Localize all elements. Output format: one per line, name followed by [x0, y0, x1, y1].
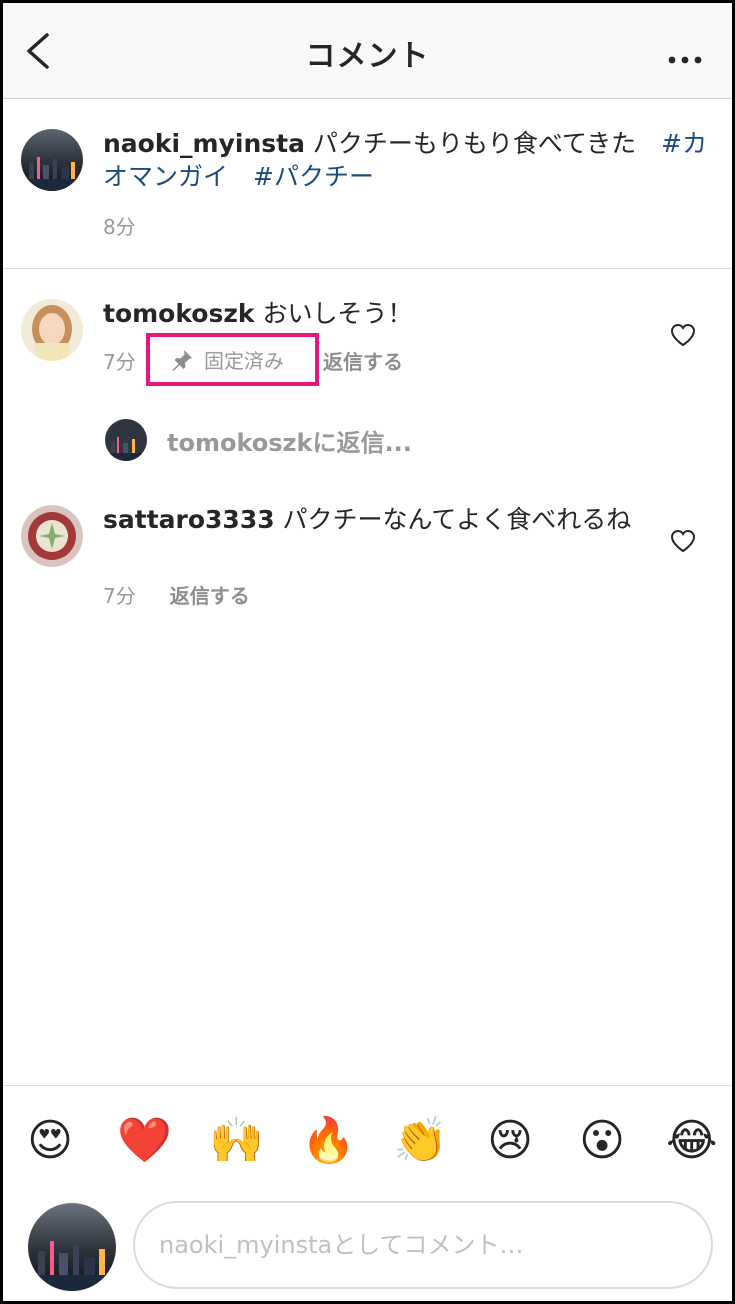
pinned-badge: 固定済み [146, 333, 319, 386]
hashtag-link[interactable]: #パクチー [253, 162, 374, 191]
heart-icon [670, 529, 696, 553]
avatar [105, 419, 147, 461]
comment-input[interactable] [133, 1201, 713, 1289]
emoji-red-heart[interactable]: ❤️ [117, 1116, 172, 1166]
caption-body: パクチーもりもり食べてきた [304, 129, 662, 158]
more-icon [668, 56, 702, 64]
more-options-button[interactable] [668, 49, 702, 64]
caption-timestamp: 8分 [103, 215, 136, 239]
emoji-crying[interactable]: 😢 [485, 1116, 535, 1166]
comment-body: パクチーなんてよく食べれるね [274, 505, 632, 534]
app-frame: コメント naoki_myinsta パクチーもりもり食べてきた #カオマンガイ… [0, 0, 735, 1304]
reply-button[interactable]: 返信する [170, 580, 250, 609]
emoji-raised-hands[interactable]: 🙌 [209, 1116, 264, 1166]
emoji-bar: 😍 ❤️ 🙌 🔥 👏 😢 😮 😂 [3, 1085, 732, 1195]
emoji-clapping[interactable]: 👏 [393, 1116, 448, 1166]
comment-username[interactable]: sattaro3333 [103, 505, 275, 534]
reply-button[interactable]: 返信する [323, 346, 403, 375]
comment-text: sattaro3333 パクチーなんてよく食べれるね [103, 503, 633, 536]
caption-text: naoki_myinsta パクチーもりもり食べてきた #カオマンガイ #パクチ… [103, 127, 721, 193]
avatar[interactable] [21, 299, 83, 361]
comment-compose [3, 1195, 732, 1301]
like-button[interactable] [670, 323, 696, 347]
heart-icon [670, 323, 696, 347]
comment-text: tomokoszk おいしそう！ [103, 297, 633, 330]
avatar [28, 1203, 116, 1291]
comment-meta: 7分 返信する [103, 579, 250, 609]
pin-icon [172, 349, 192, 371]
avatar[interactable] [21, 129, 83, 191]
view-replies-row[interactable]: tomokoszkに返信... [105, 419, 412, 461]
avatar[interactable] [21, 505, 83, 567]
header: コメント [3, 3, 732, 99]
emoji-fire[interactable]: 🔥 [301, 1116, 356, 1166]
comment-body: おいしそう！ [254, 299, 413, 328]
comment-timestamp: 7分 [103, 583, 136, 608]
comment-username[interactable]: tomokoszk [103, 299, 255, 328]
emoji-surprised[interactable]: 😮 [577, 1116, 627, 1166]
comment-timestamp: 7分 [103, 349, 136, 374]
like-button[interactable] [670, 529, 696, 553]
post-caption: naoki_myinsta パクチーもりもり食べてきた #カオマンガイ #パクチ… [3, 99, 732, 269]
pinned-label: 固定済み [204, 349, 284, 373]
page-title: コメント [305, 39, 430, 74]
emoji-heart-eyes[interactable]: 😍 [25, 1116, 75, 1166]
reply-meta: 返信する [323, 345, 403, 375]
emoji-laughing[interactable]: 😂 [666, 1116, 717, 1166]
view-replies-link[interactable]: tomokoszkに返信... [167, 423, 412, 458]
caption-username[interactable]: naoki_myinsta [103, 129, 305, 158]
